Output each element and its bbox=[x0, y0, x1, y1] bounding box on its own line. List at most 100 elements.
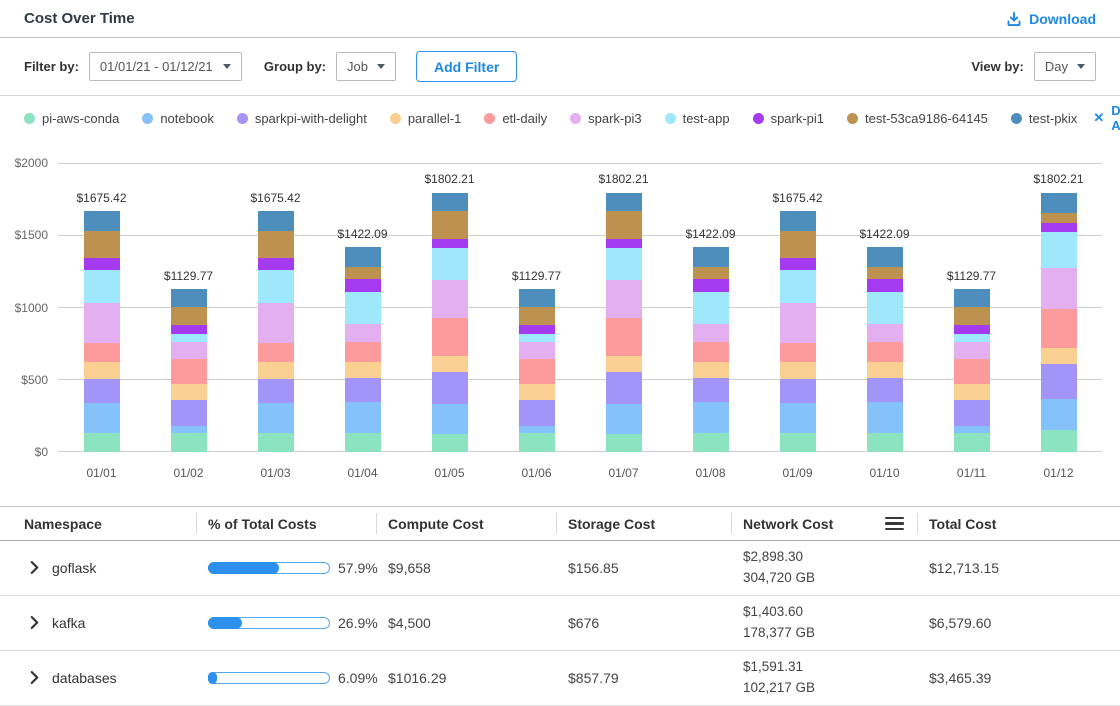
bar-segment-spark-pi3[interactable] bbox=[519, 342, 555, 359]
bar-segment-etl-daily[interactable] bbox=[1041, 309, 1077, 349]
bar-segment-test-pkix[interactable] bbox=[1041, 193, 1077, 213]
bar-segment-pi-aws-conda[interactable] bbox=[345, 433, 381, 452]
legend-item[interactable]: test-app bbox=[665, 111, 730, 126]
download-button[interactable]: Download bbox=[1006, 11, 1096, 27]
bar-segment-pi-aws-conda[interactable] bbox=[606, 434, 642, 452]
table-row[interactable]: databases6.09%$1016.29$857.79$1,591.3110… bbox=[0, 651, 1120, 706]
bar-segment-test-53ca9186-64145[interactable] bbox=[519, 307, 555, 324]
legend-item[interactable]: sparkpi-with-delight bbox=[237, 111, 367, 126]
bar-segment-sparkpi-with-delight[interactable] bbox=[780, 379, 816, 403]
bar-segment-etl-daily[interactable] bbox=[693, 342, 729, 361]
bar-segment-test-app[interactable] bbox=[519, 334, 555, 342]
bar-segment-parallel-1[interactable] bbox=[258, 362, 294, 379]
bar-segment-etl-daily[interactable] bbox=[954, 359, 990, 384]
bar-segment-test-pkix[interactable] bbox=[693, 247, 729, 267]
bar-segment-notebook[interactable] bbox=[345, 402, 381, 433]
bar-segment-test-app[interactable] bbox=[693, 292, 729, 325]
bar-segment-parallel-1[interactable] bbox=[345, 362, 381, 378]
table-row[interactable]: kafka26.9%$4,500$676$1,403.60178,377 GB$… bbox=[0, 596, 1120, 651]
bar-segment-etl-daily[interactable] bbox=[519, 359, 555, 384]
bar-segment-test-app[interactable] bbox=[258, 270, 294, 303]
bar-segment-parallel-1[interactable] bbox=[432, 356, 468, 371]
legend-item[interactable]: test-53ca9186-64145 bbox=[847, 111, 988, 126]
bar-segment-notebook[interactable] bbox=[693, 402, 729, 433]
bar-segment-test-53ca9186-64145[interactable] bbox=[693, 267, 729, 279]
legend-item[interactable]: notebook bbox=[142, 111, 214, 126]
bar-segment-parallel-1[interactable] bbox=[171, 384, 207, 400]
bar-segment-spark-pi1[interactable] bbox=[258, 258, 294, 270]
bar-segment-parallel-1[interactable] bbox=[867, 362, 903, 378]
chevron-right-icon[interactable] bbox=[30, 616, 39, 629]
legend-item[interactable]: etl-daily bbox=[484, 111, 547, 126]
bar-segment-sparkpi-with-delight[interactable] bbox=[432, 372, 468, 404]
column-menu-icon[interactable] bbox=[885, 517, 904, 531]
bar-segment-test-app[interactable] bbox=[432, 248, 468, 280]
bar-segment-test-pkix[interactable] bbox=[867, 247, 903, 267]
group-by-dropdown[interactable]: Job bbox=[336, 52, 396, 81]
bar-segment-spark-pi1[interactable] bbox=[432, 239, 468, 248]
bar-segment-etl-daily[interactable] bbox=[84, 343, 120, 362]
bar-segment-test-pkix[interactable] bbox=[258, 211, 294, 232]
bar-segment-spark-pi1[interactable] bbox=[519, 325, 555, 334]
bar-segment-pi-aws-conda[interactable] bbox=[954, 433, 990, 452]
bar-segment-pi-aws-conda[interactable] bbox=[519, 433, 555, 452]
bar-segment-etl-daily[interactable] bbox=[258, 343, 294, 362]
bar-segment-sparkpi-with-delight[interactable] bbox=[867, 378, 903, 402]
bar-segment-etl-daily[interactable] bbox=[606, 318, 642, 356]
bar-segment-parallel-1[interactable] bbox=[1041, 348, 1077, 364]
bar-segment-test-pkix[interactable] bbox=[345, 247, 381, 267]
bar-segment-notebook[interactable] bbox=[954, 426, 990, 433]
add-filter-button[interactable]: Add Filter bbox=[416, 51, 517, 82]
bar-segment-spark-pi1[interactable] bbox=[867, 279, 903, 291]
bar-segment-test-53ca9186-64145[interactable] bbox=[780, 231, 816, 258]
bar-segment-sparkpi-with-delight[interactable] bbox=[1041, 364, 1077, 398]
bar-segment-sparkpi-with-delight[interactable] bbox=[84, 379, 120, 403]
bar-segment-test-53ca9186-64145[interactable] bbox=[1041, 213, 1077, 223]
bar-segment-pi-aws-conda[interactable] bbox=[171, 433, 207, 452]
bar-segment-test-53ca9186-64145[interactable] bbox=[258, 231, 294, 258]
bar-segment-test-app[interactable] bbox=[84, 270, 120, 303]
deselect-all-button[interactable]: ✕ Deselect All bbox=[1093, 103, 1120, 133]
bar-segment-spark-pi3[interactable] bbox=[258, 303, 294, 343]
bar-segment-test-app[interactable] bbox=[780, 270, 816, 303]
bar-segment-sparkpi-with-delight[interactable] bbox=[171, 400, 207, 426]
bar-segment-pi-aws-conda[interactable] bbox=[1041, 430, 1077, 452]
bar-segment-parallel-1[interactable] bbox=[954, 384, 990, 400]
bar-segment-test-53ca9186-64145[interactable] bbox=[171, 307, 207, 324]
bar-segment-pi-aws-conda[interactable] bbox=[258, 433, 294, 452]
bar-segment-spark-pi3[interactable] bbox=[84, 303, 120, 343]
bar-segment-test-pkix[interactable] bbox=[432, 193, 468, 212]
bar-segment-test-app[interactable] bbox=[1041, 232, 1077, 268]
view-by-dropdown[interactable]: Day bbox=[1034, 52, 1096, 81]
bar-segment-test-app[interactable] bbox=[954, 334, 990, 342]
legend-item[interactable]: parallel-1 bbox=[390, 111, 461, 126]
bar-segment-test-app[interactable] bbox=[606, 248, 642, 280]
bar-segment-test-53ca9186-64145[interactable] bbox=[954, 307, 990, 324]
bar-segment-parallel-1[interactable] bbox=[606, 356, 642, 371]
bar-segment-test-pkix[interactable] bbox=[954, 289, 990, 307]
bar-segment-spark-pi3[interactable] bbox=[693, 324, 729, 342]
bar-segment-spark-pi1[interactable] bbox=[693, 279, 729, 291]
bar-segment-test-53ca9186-64145[interactable] bbox=[84, 231, 120, 258]
bar-segment-parallel-1[interactable] bbox=[780, 362, 816, 379]
bar-segment-notebook[interactable] bbox=[780, 403, 816, 433]
bar-segment-pi-aws-conda[interactable] bbox=[432, 434, 468, 452]
bar-segment-spark-pi1[interactable] bbox=[780, 258, 816, 270]
legend-item[interactable]: test-pkix bbox=[1011, 111, 1077, 126]
bar-segment-sparkpi-with-delight[interactable] bbox=[606, 372, 642, 404]
chevron-right-icon[interactable] bbox=[30, 671, 39, 684]
bar-segment-spark-pi1[interactable] bbox=[606, 239, 642, 248]
bar-segment-test-53ca9186-64145[interactable] bbox=[606, 211, 642, 239]
bar-segment-spark-pi3[interactable] bbox=[1041, 268, 1077, 308]
date-range-dropdown[interactable]: 01/01/21 - 01/12/21 bbox=[89, 52, 242, 81]
legend-item[interactable]: pi-aws-conda bbox=[24, 111, 119, 126]
bar-segment-test-53ca9186-64145[interactable] bbox=[432, 211, 468, 239]
bar-segment-test-pkix[interactable] bbox=[171, 289, 207, 307]
bar-segment-notebook[interactable] bbox=[867, 402, 903, 433]
bar-segment-parallel-1[interactable] bbox=[84, 362, 120, 379]
bar-segment-sparkpi-with-delight[interactable] bbox=[345, 378, 381, 402]
bar-segment-test-app[interactable] bbox=[345, 292, 381, 325]
bar-segment-notebook[interactable] bbox=[519, 426, 555, 433]
bar-segment-test-pkix[interactable] bbox=[780, 211, 816, 232]
table-row[interactable]: goflask57.9%$9,658$156.85$2,898.30304,72… bbox=[0, 541, 1120, 596]
